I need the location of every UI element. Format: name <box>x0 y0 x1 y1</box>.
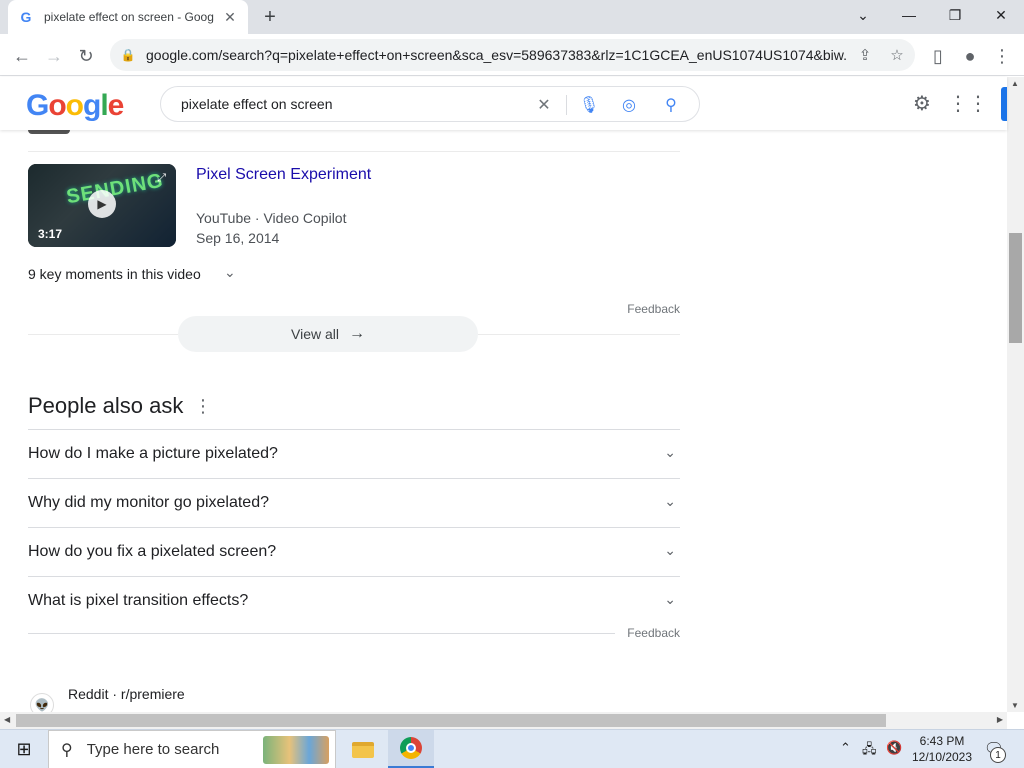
reload-button[interactable]: ↻ <box>72 42 100 70</box>
browser-menu-icon[interactable]: ⋮ <box>988 42 1016 70</box>
previous-video-thumbnail[interactable] <box>28 130 70 134</box>
arrow-right-icon: → <box>349 325 365 342</box>
restore-button[interactable]: ❐ <box>932 0 978 30</box>
clock-date: 12/10/2023 <box>911 750 973 764</box>
expand-icon: ⤢ <box>157 172 166 184</box>
paa-question[interactable]: How do you fix a pixelated screen? ⌄ <box>28 527 680 576</box>
clock-time: 6:43 PM <box>919 734 965 748</box>
paa-question[interactable]: How do I make a picture pixelated? ⌄ <box>28 429 680 478</box>
windows-taskbar: ⊞ ⚲ Type here to search ⌃ 🖧 🔇 6:43 PM 12… <box>0 729 1024 768</box>
view-all-label: View all <box>291 326 339 342</box>
share-icon[interactable]: ⇪ <box>856 46 874 64</box>
microphone-icon[interactable]: 🎙 <box>579 95 599 115</box>
scrollbar-thumb[interactable] <box>16 714 886 727</box>
divider <box>28 151 680 152</box>
scroll-down-arrow-icon[interactable]: ▼ <box>1011 701 1019 710</box>
minimize-button[interactable]: — <box>886 0 932 30</box>
back-button[interactable]: ← <box>8 42 36 70</box>
notification-count-badge: 1 <box>990 747 1006 763</box>
paa-question-text: What is pixel transition effects? <box>28 592 249 609</box>
paa-question-text: Why did my monitor go pixelated? <box>28 494 269 511</box>
close-tab-icon[interactable]: ✕ <box>222 9 238 25</box>
video-title-link[interactable]: Pixel Screen Experiment <box>196 166 371 184</box>
people-also-ask-heading: People also ask <box>28 393 184 418</box>
paa-question-text: How do you fix a pixelated screen? <box>28 543 277 560</box>
close-window-button[interactable]: ✕ <box>978 0 1024 30</box>
vertical-scrollbar[interactable]: ▲ ▼ <box>1007 77 1024 712</box>
search-input[interactable]: pixelate effect on screen <box>181 96 333 112</box>
tab-strip: G pixelate effect on screen - Goog ✕ + ⌄… <box>0 0 1024 34</box>
feedback-link[interactable]: Feedback <box>627 302 680 316</box>
clear-search-icon[interactable]: ✕ <box>534 95 554 115</box>
lock-icon[interactable]: 🔒 <box>120 47 136 63</box>
google-apps-icon[interactable]: ⋮⋮ <box>948 91 988 115</box>
url-text[interactable]: google.com/search?q=pixelate+effect+on+s… <box>146 47 846 63</box>
taskbar-search-placeholder: Type here to search <box>86 741 220 758</box>
chevron-down-icon[interactable]: ⌄ <box>664 493 676 510</box>
search-highlight-image <box>263 736 329 764</box>
new-tab-button[interactable]: + <box>258 6 282 28</box>
google-lens-icon[interactable]: ◎ <box>619 95 639 115</box>
address-bar[interactable]: 🔒 google.com/search?q=pixelate+effect+on… <box>110 39 915 71</box>
search-box[interactable]: pixelate effect on screen ✕ 🎙 ◎ ⚲ <box>160 86 700 122</box>
paa-question[interactable]: What is pixel transition effects? ⌄ <box>28 576 680 634</box>
result-source[interactable]: Reddit · r/premiere <box>68 686 185 702</box>
reddit-icon: 👽 <box>30 693 54 712</box>
scroll-up-arrow-icon[interactable]: ▲ <box>1011 79 1019 88</box>
chevron-down-icon[interactable]: ⌄ <box>224 264 236 281</box>
horizontal-scrollbar[interactable]: ◀ ▶ <box>0 712 1007 729</box>
chevron-down-icon[interactable]: ⌄ <box>664 591 676 608</box>
show-hidden-icons-chevron-icon[interactable]: ⌃ <box>840 740 851 756</box>
search-results: SENDING ▶ 3:17 ⤢ Pixel Screen Experiment… <box>0 130 1007 712</box>
google-favicon-icon: G <box>20 9 32 25</box>
video-date: Sep 16, 2014 <box>196 230 280 246</box>
divider <box>28 334 178 335</box>
paa-question[interactable]: Why did my monitor go pixelated? ⌄ <box>28 478 680 527</box>
taskbar-search[interactable]: ⚲ Type here to search <box>48 730 336 768</box>
search-divider <box>566 95 567 115</box>
scroll-right-arrow-icon[interactable]: ▶ <box>997 715 1003 724</box>
search-icon[interactable]: ⚲ <box>661 95 681 115</box>
settings-gear-icon[interactable]: ⚙ <box>910 91 934 115</box>
system-clock[interactable]: 6:43 PM 12/10/2023 <box>908 733 976 765</box>
side-panel-icon[interactable]: ▯ <box>924 42 952 70</box>
profile-avatar-icon[interactable]: ● <box>956 42 984 70</box>
sign-in-button[interactable] <box>1001 87 1007 121</box>
video-thumbnail[interactable]: SENDING ▶ 3:17 ⤢ <box>28 164 176 247</box>
chevron-down-icon[interactable]: ⌄ <box>664 444 676 461</box>
tab-title: pixelate effect on screen - Goog <box>44 10 214 24</box>
paa-question-text: How do I make a picture pixelated? <box>28 445 278 462</box>
file-explorer-icon[interactable] <box>340 730 386 768</box>
video-source: YouTube · Video Copilot <box>196 210 347 226</box>
browser-toolbar: ← → ↻ 🔒 google.com/search?q=pixelate+eff… <box>0 34 1024 76</box>
google-logo[interactable]: Google <box>26 89 124 123</box>
chrome-taskbar-icon[interactable] <box>388 730 434 768</box>
scrollbar-thumb[interactable] <box>1009 233 1022 343</box>
more-options-icon[interactable]: ⋮ <box>194 396 212 417</box>
screen: G pixelate effect on screen - Goog ✕ + ⌄… <box>0 0 1024 768</box>
bookmark-star-icon[interactable]: ☆ <box>888 46 906 64</box>
chevron-down-icon[interactable]: ⌄ <box>664 542 676 559</box>
divider <box>478 334 680 335</box>
key-moments-toggle[interactable]: 9 key moments in this video <box>28 266 201 282</box>
volume-muted-icon[interactable]: 🔇 <box>886 740 902 756</box>
windows-start-icon[interactable]: ⊞ <box>0 730 48 768</box>
search-icon: ⚲ <box>61 741 73 759</box>
feedback-link[interactable]: Feedback <box>615 626 680 640</box>
scroll-left-arrow-icon[interactable]: ◀ <box>4 715 10 724</box>
play-icon[interactable]: ▶ <box>88 190 116 218</box>
network-icon[interactable]: 🖧 <box>862 740 877 762</box>
browser-tab[interactable]: G pixelate effect on screen - Goog ✕ <box>8 0 248 34</box>
forward-button[interactable]: → <box>40 42 68 70</box>
tab-search-chevron-icon[interactable]: ⌄ <box>840 0 886 30</box>
google-header: Google pixelate effect on screen ✕ 🎙 ◎ ⚲… <box>0 77 1007 130</box>
view-all-button[interactable]: View all → <box>178 316 478 352</box>
video-duration: 3:17 <box>38 227 63 241</box>
